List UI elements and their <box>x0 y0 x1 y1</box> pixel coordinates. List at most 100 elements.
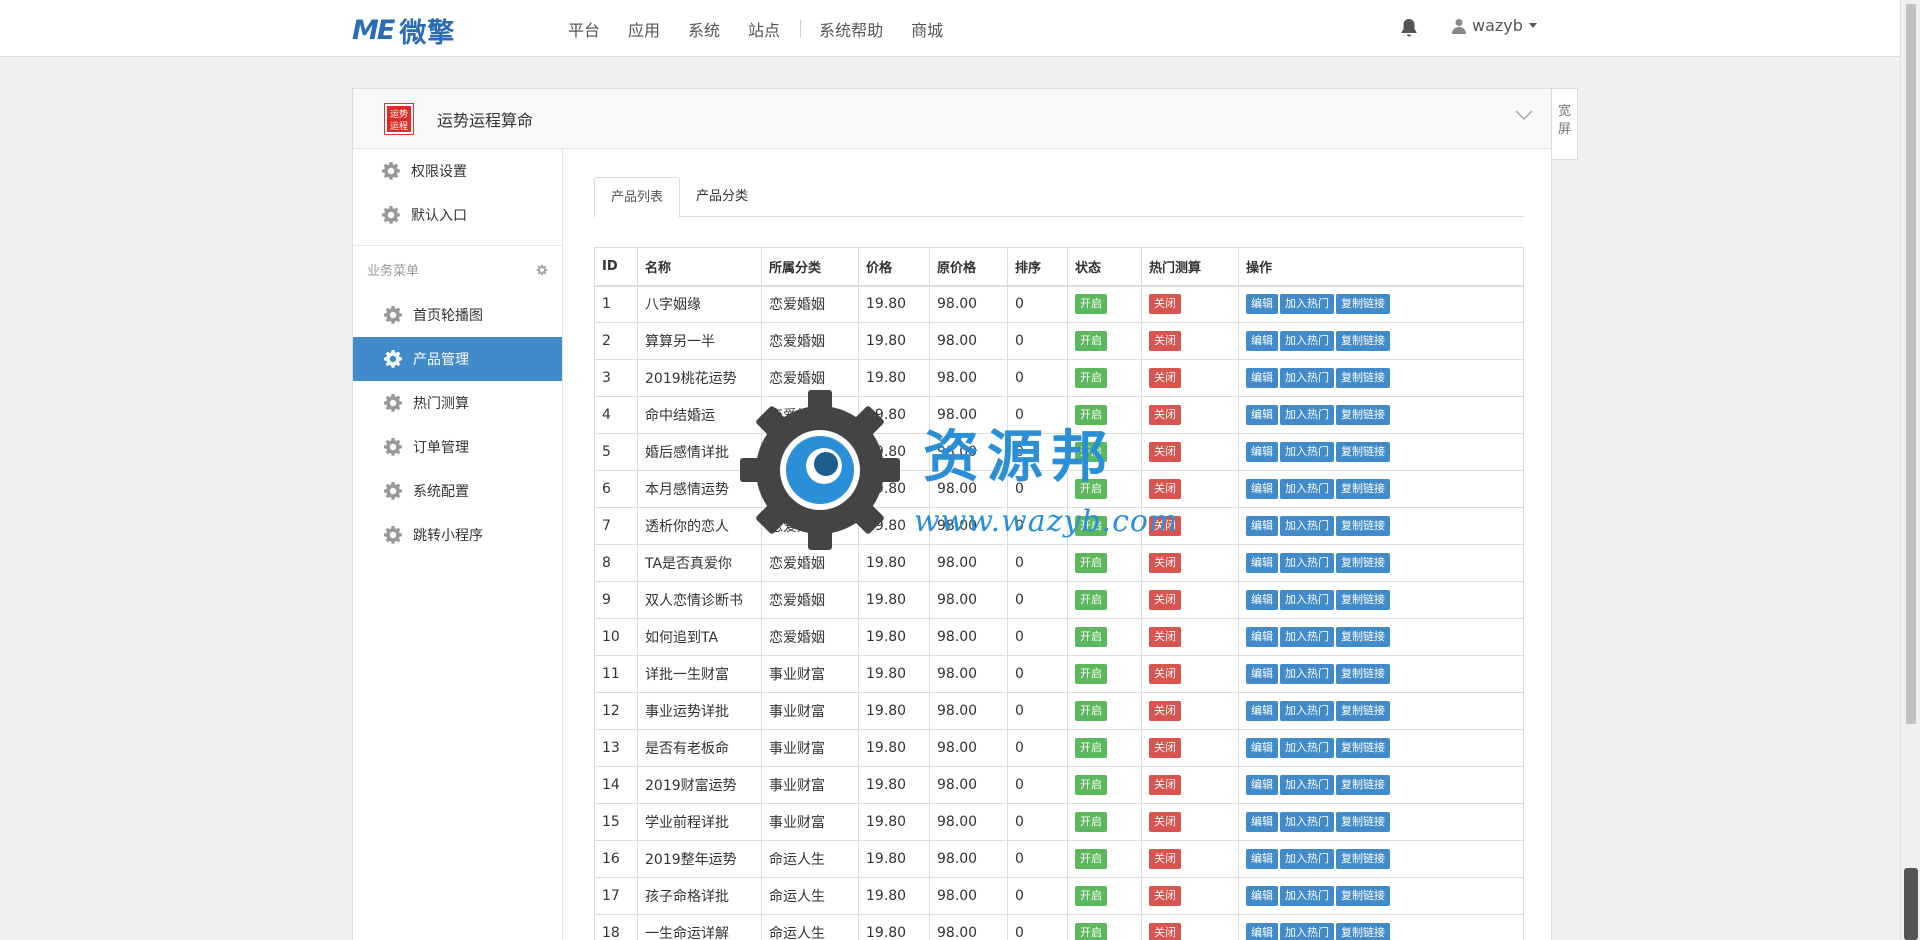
add-hot-button[interactable]: 加入热门 <box>1280 553 1334 573</box>
status-toggle-button[interactable]: 开启 <box>1075 479 1107 499</box>
sidebar-item-permissions[interactable]: 权限设置 <box>353 149 562 193</box>
edit-button[interactable]: 编辑 <box>1246 553 1278 573</box>
edit-button[interactable]: 编辑 <box>1246 923 1278 940</box>
copy-link-button[interactable]: 复制链接 <box>1336 775 1390 795</box>
edit-button[interactable]: 编辑 <box>1246 516 1278 536</box>
add-hot-button[interactable]: 加入热门 <box>1280 479 1334 499</box>
status-toggle-button[interactable]: 开启 <box>1075 664 1107 684</box>
copy-link-button[interactable]: 复制链接 <box>1336 516 1390 536</box>
hot-toggle-button[interactable]: 关闭 <box>1149 812 1181 832</box>
add-hot-button[interactable]: 加入热门 <box>1280 738 1334 758</box>
nav-item-system[interactable]: 系统 <box>688 17 720 41</box>
edit-button[interactable]: 编辑 <box>1246 812 1278 832</box>
scrollbar-handle[interactable] <box>1904 868 1918 940</box>
tab-product-list[interactable]: 产品列表 <box>594 177 681 218</box>
add-hot-button[interactable]: 加入热门 <box>1280 923 1334 940</box>
user-menu[interactable]: wazyb <box>1452 16 1537 35</box>
hot-toggle-button[interactable]: 关闭 <box>1149 516 1181 536</box>
status-toggle-button[interactable]: 开启 <box>1075 405 1107 425</box>
edit-button[interactable]: 编辑 <box>1246 294 1278 315</box>
copy-link-button[interactable]: 复制链接 <box>1336 701 1390 721</box>
status-toggle-button[interactable]: 开启 <box>1075 627 1107 647</box>
edit-button[interactable]: 编辑 <box>1246 738 1278 758</box>
copy-link-button[interactable]: 复制链接 <box>1336 627 1390 647</box>
hot-toggle-button[interactable]: 关闭 <box>1149 331 1181 351</box>
chevron-down-icon[interactable] <box>1515 109 1533 121</box>
edit-button[interactable]: 编辑 <box>1246 368 1278 388</box>
copy-link-button[interactable]: 复制链接 <box>1336 738 1390 758</box>
status-toggle-button[interactable]: 开启 <box>1075 849 1107 869</box>
copy-link-button[interactable]: 复制链接 <box>1336 331 1390 351</box>
status-toggle-button[interactable]: 开启 <box>1075 553 1107 573</box>
edit-button[interactable]: 编辑 <box>1246 849 1278 869</box>
edit-button[interactable]: 编辑 <box>1246 590 1278 610</box>
edit-button[interactable]: 编辑 <box>1246 775 1278 795</box>
copy-link-button[interactable]: 复制链接 <box>1336 405 1390 425</box>
add-hot-button[interactable]: 加入热门 <box>1280 405 1334 425</box>
copy-link-button[interactable]: 复制链接 <box>1336 849 1390 869</box>
hot-toggle-button[interactable]: 关闭 <box>1149 627 1181 647</box>
status-toggle-button[interactable]: 开启 <box>1075 590 1107 610</box>
hot-toggle-button[interactable]: 关闭 <box>1149 738 1181 758</box>
sidebar-item-hot[interactable]: 热门测算 <box>353 381 562 425</box>
tab-product-category[interactable]: 产品分类 <box>680 177 764 216</box>
copy-link-button[interactable]: 复制链接 <box>1336 664 1390 684</box>
nav-item-store[interactable]: 商城 <box>911 17 943 41</box>
edit-button[interactable]: 编辑 <box>1246 701 1278 721</box>
add-hot-button[interactable]: 加入热门 <box>1280 849 1334 869</box>
edit-button[interactable]: 编辑 <box>1246 479 1278 499</box>
add-hot-button[interactable]: 加入热门 <box>1280 331 1334 351</box>
status-toggle-button[interactable]: 开启 <box>1075 442 1107 462</box>
vertical-scrollbar[interactable] <box>1900 0 1920 940</box>
edit-button[interactable]: 编辑 <box>1246 442 1278 462</box>
edit-button[interactable]: 编辑 <box>1246 405 1278 425</box>
hot-toggle-button[interactable]: 关闭 <box>1149 886 1181 906</box>
hot-toggle-button[interactable]: 关闭 <box>1149 701 1181 721</box>
status-toggle-button[interactable]: 开启 <box>1075 516 1107 536</box>
add-hot-button[interactable]: 加入热门 <box>1280 516 1334 536</box>
status-toggle-button[interactable]: 开启 <box>1075 923 1107 940</box>
nav-item-help[interactable]: 系统帮助 <box>819 17 883 41</box>
hot-toggle-button[interactable]: 关闭 <box>1149 664 1181 684</box>
copy-link-button[interactable]: 复制链接 <box>1336 368 1390 388</box>
hot-toggle-button[interactable]: 关闭 <box>1149 479 1181 499</box>
copy-link-button[interactable]: 复制链接 <box>1336 886 1390 906</box>
add-hot-button[interactable]: 加入热门 <box>1280 294 1334 315</box>
brand-logo[interactable]: ME 微擎 <box>352 14 455 49</box>
status-toggle-button[interactable]: 开启 <box>1075 331 1107 351</box>
copy-link-button[interactable]: 复制链接 <box>1336 294 1390 315</box>
hot-toggle-button[interactable]: 关闭 <box>1149 775 1181 795</box>
status-toggle-button[interactable]: 开启 <box>1075 701 1107 721</box>
wide-screen-button[interactable]: 宽屏 <box>1552 88 1578 160</box>
edit-button[interactable]: 编辑 <box>1246 664 1278 684</box>
scrollbar-thumb[interactable] <box>1906 4 1916 724</box>
hot-toggle-button[interactable]: 关闭 <box>1149 442 1181 462</box>
add-hot-button[interactable]: 加入热门 <box>1280 627 1334 647</box>
add-hot-button[interactable]: 加入热门 <box>1280 812 1334 832</box>
hot-toggle-button[interactable]: 关闭 <box>1149 405 1181 425</box>
add-hot-button[interactable]: 加入热门 <box>1280 442 1334 462</box>
nav-item-platform[interactable]: 平台 <box>568 17 600 41</box>
add-hot-button[interactable]: 加入热门 <box>1280 368 1334 388</box>
sidebar-item-orders[interactable]: 订单管理 <box>353 425 562 469</box>
hot-toggle-button[interactable]: 关闭 <box>1149 849 1181 869</box>
sidebar-item-miniprogram[interactable]: 跳转小程序 <box>353 513 562 557</box>
status-toggle-button[interactable]: 开启 <box>1075 294 1107 315</box>
settings-icon[interactable] <box>536 264 548 276</box>
sidebar-item-default-entry[interactable]: 默认入口 <box>353 193 562 237</box>
copy-link-button[interactable]: 复制链接 <box>1336 479 1390 499</box>
bell-icon[interactable] <box>1400 18 1418 38</box>
copy-link-button[interactable]: 复制链接 <box>1336 442 1390 462</box>
status-toggle-button[interactable]: 开启 <box>1075 368 1107 388</box>
hot-toggle-button[interactable]: 关闭 <box>1149 923 1181 940</box>
nav-item-site[interactable]: 站点 <box>748 17 780 41</box>
copy-link-button[interactable]: 复制链接 <box>1336 812 1390 832</box>
sidebar-item-config[interactable]: 系统配置 <box>353 469 562 513</box>
status-toggle-button[interactable]: 开启 <box>1075 775 1107 795</box>
sidebar-item-banner[interactable]: 首页轮播图 <box>353 293 562 337</box>
status-toggle-button[interactable]: 开启 <box>1075 812 1107 832</box>
edit-button[interactable]: 编辑 <box>1246 331 1278 351</box>
add-hot-button[interactable]: 加入热门 <box>1280 701 1334 721</box>
hot-toggle-button[interactable]: 关闭 <box>1149 553 1181 573</box>
status-toggle-button[interactable]: 开启 <box>1075 886 1107 906</box>
